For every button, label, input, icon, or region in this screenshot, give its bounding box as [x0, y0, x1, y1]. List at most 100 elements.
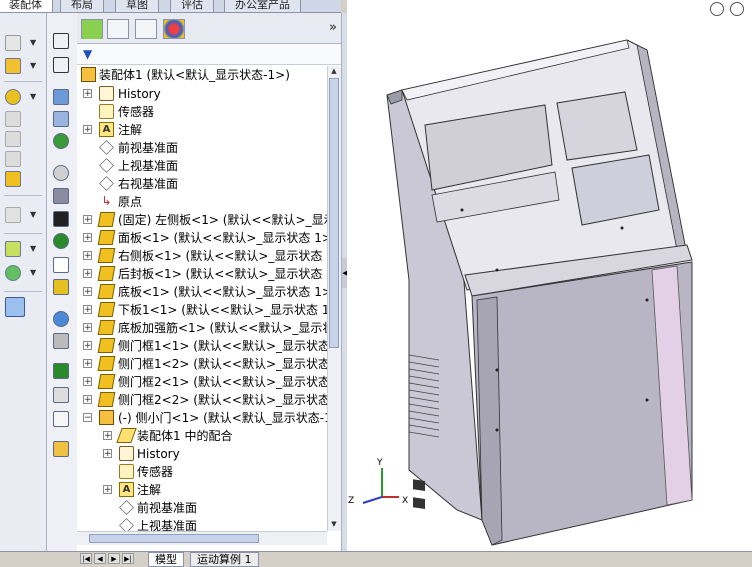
part-icon: [97, 266, 116, 281]
globe-icon[interactable]: [53, 133, 69, 149]
configuration-manager-tab[interactable]: [135, 19, 157, 39]
y-axis-label: Y: [376, 458, 383, 468]
plane-icon: [99, 176, 114, 191]
expand-icon[interactable]: +: [83, 323, 92, 333]
feature-manager-tabs: »: [77, 13, 341, 44]
smart-fasteners-icon[interactable]: [5, 111, 21, 127]
scrollbar-thumb[interactable]: [89, 534, 259, 543]
chevron-down-icon[interactable]: ▼: [30, 210, 36, 219]
expand-icon[interactable]: +: [103, 449, 112, 459]
tree-vertical-scrollbar[interactable]: ▲ ▼: [327, 66, 341, 531]
plane-icon: [99, 140, 114, 155]
origin-icon: ↳: [101, 194, 112, 208]
expand-icon[interactable]: +: [83, 341, 92, 351]
expand-icon[interactable]: +: [83, 125, 92, 135]
cog-icon[interactable]: [53, 188, 69, 204]
expand-icon[interactable]: +: [83, 377, 92, 387]
tab-layout[interactable]: 布局: [60, 0, 104, 12]
chevron-down-icon[interactable]: ▼: [30, 61, 36, 70]
assembly-icon: [81, 67, 96, 82]
key-icon[interactable]: [53, 33, 69, 49]
expand-icon[interactable]: +: [83, 89, 92, 99]
last-tab-icon[interactable]: ▶|: [122, 553, 134, 564]
part-icon: [97, 302, 116, 317]
tab-assembly[interactable]: 装配体: [0, 0, 53, 12]
part-icon: [97, 338, 116, 353]
history-icon: [119, 446, 134, 461]
expand-icon[interactable]: +: [83, 233, 92, 243]
magnifier-icon[interactable]: [53, 311, 69, 327]
expand-icon[interactable]: +: [83, 395, 92, 405]
tab-sketch[interactable]: 草图: [115, 0, 159, 12]
feature-tree: 装配体1 (默认<默认_显示状态-1>) + History 传感器 + A 注…: [77, 66, 327, 544]
tab-model[interactable]: 模型: [148, 552, 184, 567]
assembly-features-icon[interactable]: [5, 171, 21, 187]
component-pattern-icon[interactable]: [5, 89, 21, 105]
insert-component-icon[interactable]: [5, 35, 21, 51]
property-manager-tab[interactable]: [107, 19, 129, 39]
scrollbar-thumb[interactable]: [329, 78, 339, 348]
expand-icon[interactable]: +: [83, 215, 92, 225]
double-chevron-right-icon[interactable]: »: [329, 20, 337, 35]
graphics-viewport[interactable]: Y X Z: [347, 0, 752, 551]
tab-evaluate[interactable]: 评估: [170, 0, 214, 12]
angle-icon[interactable]: [53, 57, 69, 73]
mate-icon[interactable]: [5, 58, 21, 74]
plane-icon: [99, 158, 114, 173]
funnel-icon[interactable]: [53, 211, 69, 227]
expand-icon[interactable]: +: [83, 251, 92, 261]
part-icon: [97, 212, 116, 227]
expand-icon[interactable]: +: [103, 431, 112, 441]
expand-icon[interactable]: +: [83, 287, 92, 297]
printer-icon[interactable]: [53, 387, 69, 403]
expand-icon[interactable]: +: [103, 485, 112, 495]
part-icon: [97, 284, 116, 299]
tree-horizontal-scrollbar[interactable]: [77, 531, 327, 545]
tree-filter-bar[interactable]: ▼: [77, 44, 341, 65]
monitor-icon[interactable]: [53, 89, 69, 105]
bottom-tab-bar: |◀ ◀ ▶ ▶| 模型 运动算例 1: [0, 551, 752, 567]
filter-icon[interactable]: ▼: [83, 47, 92, 61]
binoculars-icon[interactable]: [53, 333, 69, 349]
feature-tree-tab[interactable]: [81, 19, 103, 39]
collapse-icon[interactable]: −: [83, 413, 92, 423]
scroll-down-icon[interactable]: ▼: [329, 520, 339, 530]
map-pin-icon[interactable]: [53, 233, 69, 249]
move-component-icon[interactable]: [5, 131, 21, 147]
z-axis-label: Z: [348, 496, 354, 506]
puzzle-icon[interactable]: [53, 279, 69, 295]
cabinet-model: Y X Z: [348, 39, 693, 546]
reference-geometry-icon[interactable]: [5, 207, 21, 223]
expand-icon[interactable]: +: [83, 305, 92, 315]
show-hidden-icon[interactable]: [5, 151, 21, 167]
chevron-down-icon[interactable]: ▼: [30, 244, 36, 253]
scroll-up-icon[interactable]: ▲: [329, 67, 339, 77]
excel-icon[interactable]: [53, 363, 69, 379]
chevron-down-icon[interactable]: ▼: [30, 92, 36, 101]
chevron-down-icon[interactable]: ▼: [30, 38, 36, 47]
hierarchy-icon[interactable]: [53, 111, 69, 127]
expand-icon[interactable]: +: [83, 269, 92, 279]
tab-motion-study-1[interactable]: 运动算例 1: [190, 552, 259, 567]
bill-of-materials-icon[interactable]: [5, 265, 21, 281]
annotation-icon: A: [99, 122, 114, 137]
spring-icon[interactable]: [53, 257, 69, 273]
display-manager-tab[interactable]: [163, 19, 185, 39]
part-icon: [97, 320, 116, 335]
new-motion-study-icon[interactable]: [5, 241, 21, 257]
expand-icon[interactable]: +: [83, 359, 92, 369]
report-icon[interactable]: [53, 441, 69, 457]
gear-icon[interactable]: [53, 165, 69, 181]
first-tab-icon[interactable]: |◀: [80, 553, 92, 564]
chevron-down-icon[interactable]: ▼: [30, 268, 36, 277]
sensor-icon: [119, 464, 134, 479]
instant3d-icon[interactable]: [5, 297, 25, 317]
tab-office-products[interactable]: 办公室产品: [224, 0, 301, 12]
prev-tab-icon[interactable]: ◀: [94, 553, 106, 564]
panel-cutout: [556, 91, 638, 161]
z-axis: [362, 496, 383, 504]
text-icon[interactable]: [53, 411, 69, 427]
toolbar-separator: [4, 195, 42, 196]
command-manager-tabs: 装配体 布局 草图 评估 办公室产品: [0, 0, 341, 13]
next-tab-icon[interactable]: ▶: [108, 553, 120, 564]
